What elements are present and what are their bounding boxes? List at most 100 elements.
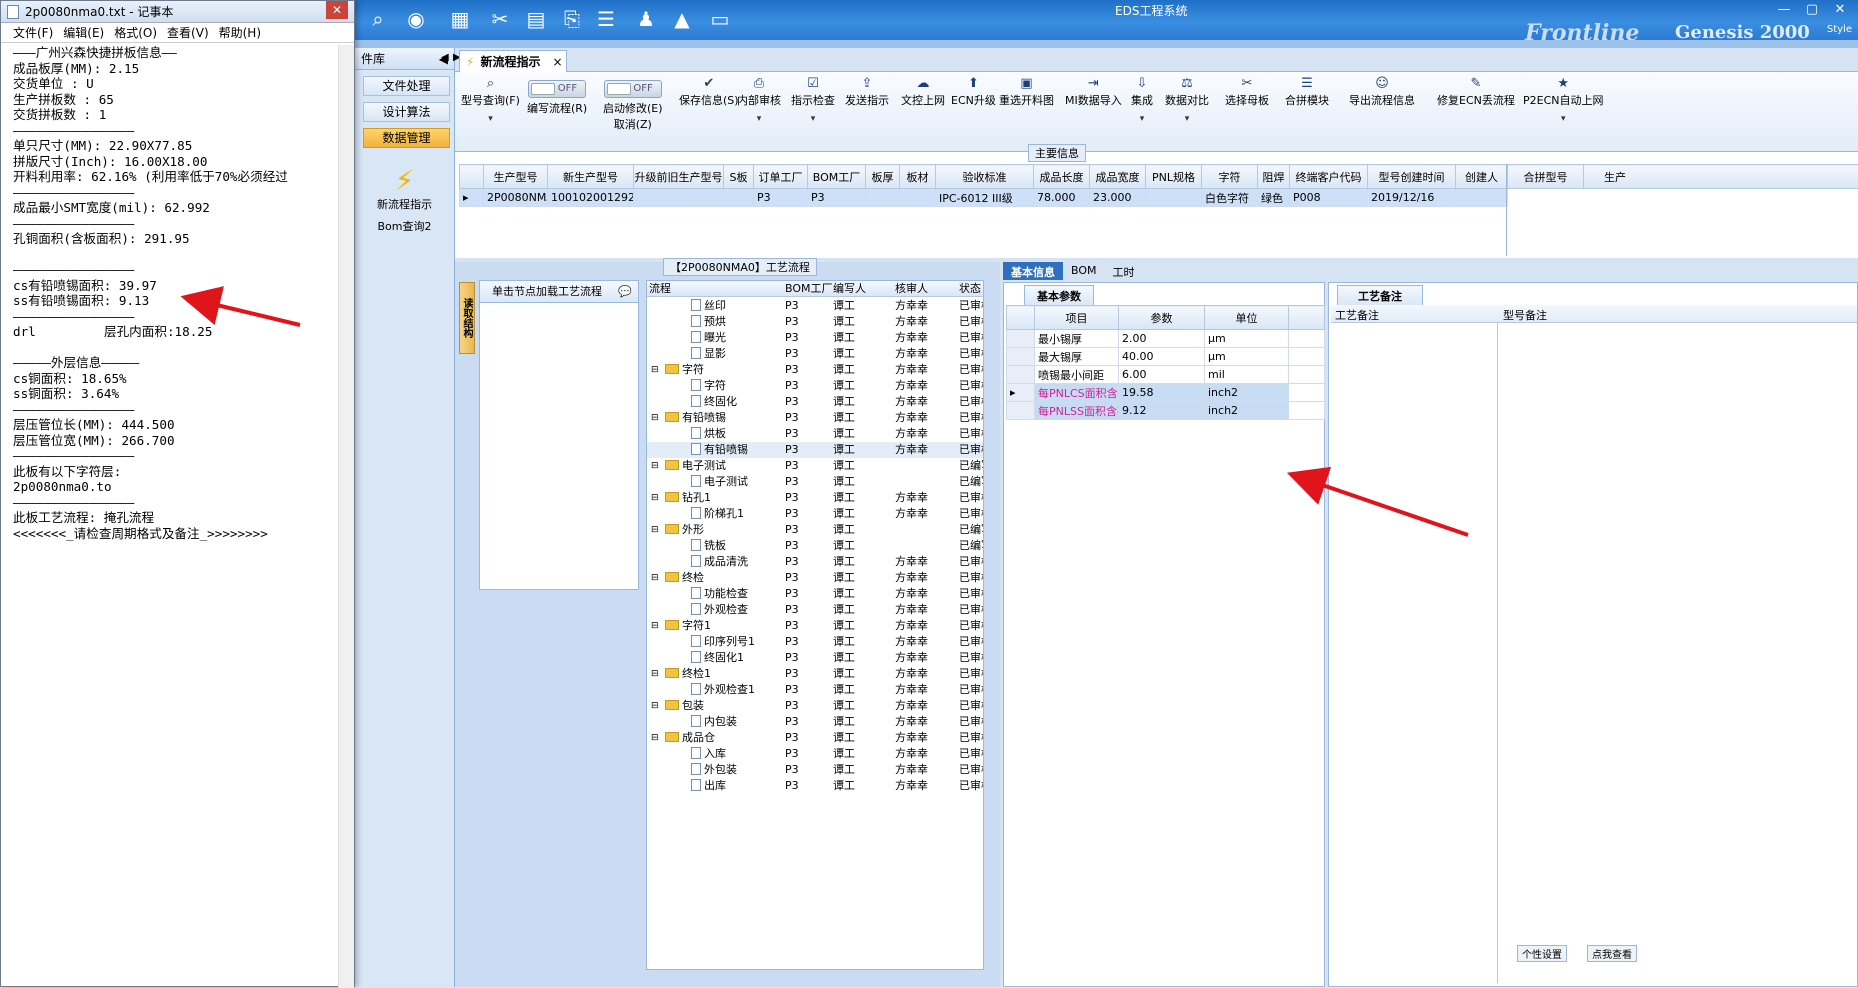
param-cell-val[interactable]: 40.00 [1119,348,1205,366]
clipboard-icon[interactable]: ⎘ [557,5,587,33]
chart-icon[interactable]: ▲ [667,5,697,33]
col-main-16[interactable]: 创建人 [1456,165,1508,189]
ribbon-button-1[interactable]: OFF编写流程(R) [527,76,587,116]
col-main-12[interactable]: 字符 [1202,165,1258,189]
table-row[interactable]: ▸每PNLCS面积含孔19.58inch2 [1007,384,1325,402]
param-cell-val[interactable]: 19.58 [1119,384,1205,402]
ribbon-button-4[interactable]: ⎙内部审核▾ [737,76,781,124]
click-to-view-button[interactable]: 点我查看 [1587,945,1637,962]
flow-row[interactable]: 字符1⊟P3谭工方幸幸已审核 [647,618,984,634]
list-icon[interactable]: ☰ [591,5,621,33]
menu-edit[interactable]: 编辑(E) [63,24,104,41]
close-icon[interactable]: ✕ [1826,0,1854,18]
flow-row[interactable]: 功能检查P3谭工方幸幸已审核 [647,586,984,602]
flow-row[interactable]: 终检1⊟P3谭工方幸幸已审核 [647,666,984,682]
flow-row[interactable]: 曝光P3谭工方幸幸已审核 [647,330,984,346]
dropdown-arrow-icon[interactable]: ▾ [461,114,520,124]
film-icon[interactable]: ▤ [521,5,551,33]
flow-row[interactable]: 钻孔1⊟P3谭工方幸幸已审核 [647,490,984,506]
globe-icon[interactable]: ◉ [401,5,431,33]
nav-file-processing[interactable]: 文件处理 [363,76,450,96]
nav-data-management[interactable]: 数据管理 [363,128,450,148]
notepad-scrollbar[interactable] [338,45,354,988]
flow-row[interactable]: 外观检查P3谭工方幸幸已审核 [647,602,984,618]
ribbon-button-15[interactable]: ☺导出流程信息 [1349,76,1415,108]
col-main-6[interactable]: 板厚 [866,165,900,189]
flow-row[interactable]: 电子测试P3谭工已编写 [647,474,984,490]
read-structure-tab[interactable]: 读取结构 [459,282,475,354]
maximize-icon[interactable]: ▢ [1798,0,1826,18]
flow-row[interactable]: 有铅喷锡⊟P3谭工方幸幸已审核 [647,410,984,426]
flow-row[interactable]: 烘板P3谭工方幸幸已审核 [647,426,984,442]
flow-row[interactable]: 显影P3谭工方幸幸已审核 [647,346,984,362]
col-main-0[interactable]: 生产型号 [484,165,548,189]
toggle-switch[interactable]: OFF [604,80,662,98]
flow-row[interactable]: 内包装P3谭工方幸幸已审核 [647,714,984,730]
dropdown-arrow-icon[interactable]: ▾ [1165,114,1209,124]
collapse-node-icon[interactable]: ⊟ [651,410,659,426]
new-flow-shortcut[interactable]: ⚡ 新流程指示 [375,166,435,212]
col-unit[interactable]: 单位 [1205,306,1289,330]
ribbon-button-14[interactable]: ☰合拼模块 [1285,76,1329,108]
flow-row[interactable]: 有铅喷锡P3谭工方幸幸已审核 [647,442,984,458]
flow-row[interactable]: 丝印P3谭工方幸幸已审核 [647,298,984,314]
col-main-2[interactable]: 升级前旧生产型号 [634,165,724,189]
nav-design-algorithm[interactable]: 设计算法 [363,102,450,122]
col-merge-model[interactable]: 合拼型号 [1508,165,1584,189]
scissors-icon[interactable]: ✂ [485,5,515,33]
param-cell-val[interactable]: 9.12 [1119,402,1205,420]
ribbon-button-10[interactable]: ⇥MI数据导入 [1065,76,1122,108]
ribbon-button-12[interactable]: ⚖数据对比▾ [1165,76,1209,124]
col-production[interactable]: 生产 [1584,165,1858,189]
flow-row[interactable]: 入库P3谭工方幸幸已审核 [647,746,984,762]
table-row[interactable]: 最大锡厚40.00μm [1007,348,1325,366]
flow-row[interactable]: 成品仓⊟P3谭工方幸幸已审核 [647,730,984,746]
col-main-11[interactable]: PNL规格 [1146,165,1202,189]
col-main-7[interactable]: 板材 [900,165,936,189]
flow-row[interactable]: 包装⊟P3谭工方幸幸已审核 [647,698,984,714]
collapse-node-icon[interactable]: ⊟ [651,490,659,506]
dropdown-arrow-icon[interactable]: ▾ [1131,114,1153,124]
flow-row[interactable]: 字符P3谭工方幸幸已审核 [647,378,984,394]
tab-scroll-left-icon[interactable]: ◀ [441,52,449,63]
col-main-13[interactable]: 阻焊 [1258,165,1290,189]
tab-bom[interactable]: BOM [1063,262,1105,280]
table-icon[interactable]: ▦ [445,5,475,33]
ribbon-button-17[interactable]: ★P2ECN自动上网▾ [1523,76,1604,124]
tab-work-hours[interactable]: 工时 [1105,262,1143,280]
menu-format[interactable]: 格式(O) [114,24,157,41]
col-main-4[interactable]: 订单工厂 [754,165,808,189]
tab-close-icon[interactable]: × [552,55,562,69]
flow-row[interactable]: 成品清洗P3谭工方幸幸已审核 [647,554,984,570]
flow-row[interactable]: 印序列号1P3谭工方幸幸已审核 [647,634,984,650]
flow-row[interactable]: 铣板P3谭工已编写 [647,538,984,554]
personal-settings-button[interactable]: 个性设置 [1517,945,1567,962]
dropdown-arrow-icon[interactable]: ▾ [737,114,781,124]
col-bom-factory[interactable]: BOM工厂 [785,281,833,297]
table-row[interactable]: 喷锡最小间距6.00mil [1007,366,1325,384]
col-process-notes[interactable]: 工艺备注 [1335,307,1379,323]
flow-row[interactable]: 外形⊟P3谭工已编写 [647,522,984,538]
col-writer[interactable]: 编写人 [833,281,866,297]
flow-row[interactable]: 预烘P3谭工方幸幸已审核 [647,314,984,330]
ribbon-button-5[interactable]: ☑指示检查▾ [791,76,835,124]
flow-row[interactable]: 终检⊟P3谭工方幸幸已审核 [647,570,984,586]
param-cell-val[interactable]: 2.00 [1119,330,1205,348]
collapse-node-icon[interactable]: ⊟ [651,698,659,714]
tab-process-notes[interactable]: 工艺备注 [1337,285,1423,307]
ribbon-button-13[interactable]: ✂选择母板 [1225,76,1269,108]
table-row[interactable]: 每PNLSS面积含孔9.12inch2 [1007,402,1325,420]
collapse-node-icon[interactable]: ⊟ [651,458,659,474]
flow-row[interactable]: 阶梯孔1P3谭工方幸幸已审核 [647,506,984,522]
tab-basic-params[interactable]: 基本参数 [1024,285,1094,307]
col-main-9[interactable]: 成品长度 [1034,165,1090,189]
tab-new-flow[interactable]: ⚡ 新流程指示 × [459,50,567,72]
col-main-1[interactable]: 新生产型号 [548,165,634,189]
collapse-node-icon[interactable]: ⊟ [651,570,659,586]
ribbon-button-8[interactable]: ⬆ECN升级 [951,76,996,108]
menu-view[interactable]: 查看(V) [167,24,209,41]
flow-row[interactable]: 电子测试⊟P3谭工已编写 [647,458,984,474]
ribbon-button-7[interactable]: ☁文控上网 [901,76,945,108]
minimize-icon[interactable]: — [1770,0,1798,18]
menu-file[interactable]: 文件(F) [13,24,53,41]
